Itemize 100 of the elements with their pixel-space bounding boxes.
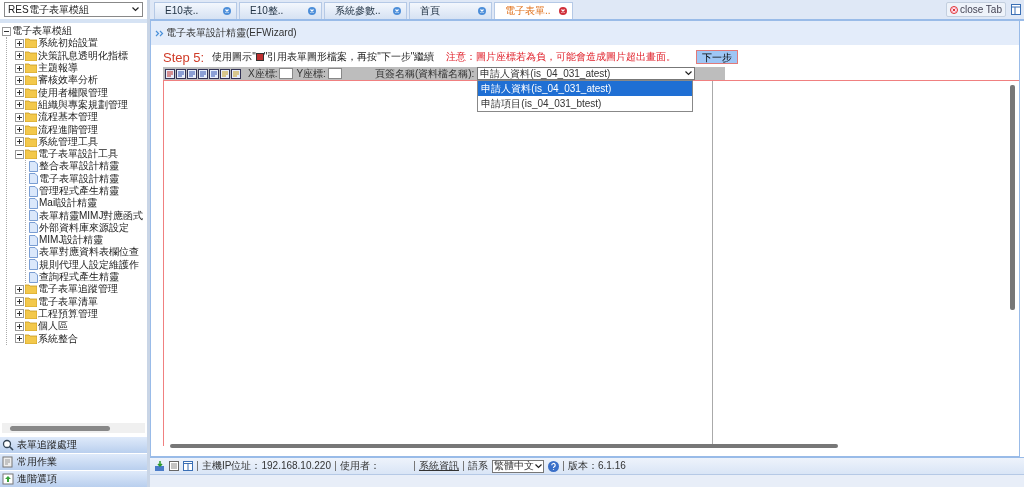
- folder-icon: [25, 296, 37, 307]
- tree-item[interactable]: Mail設計精靈: [39, 197, 98, 210]
- accordion-header[interactable]: 表單追蹤處理: [0, 436, 147, 453]
- tree-item[interactable]: 電子表單追蹤管理: [38, 283, 118, 296]
- toolbar-icon[interactable]: [231, 68, 241, 79]
- tree-item[interactable]: 規則代理人設定維護作: [39, 258, 139, 271]
- expand-icon[interactable]: [15, 75, 24, 85]
- tree-item[interactable]: 工程預算管理: [38, 307, 98, 320]
- tree-item[interactable]: 電子表單清單: [38, 295, 98, 308]
- toolbar-icon[interactable]: [198, 68, 208, 79]
- folder-icon: [25, 63, 37, 74]
- toolbar-icon[interactable]: [176, 68, 186, 79]
- next-button[interactable]: 下一步: [696, 50, 739, 64]
- input-field[interactable]: [327, 68, 342, 79]
- tree-item[interactable]: 電子表單模組: [12, 25, 72, 38]
- layout-icon[interactable]: [1011, 4, 1021, 15]
- folder-icon: [25, 112, 37, 123]
- accordion-header[interactable]: 常用作業: [0, 453, 147, 470]
- version-text: 版本：6.1.16: [567, 459, 626, 473]
- expand-icon[interactable]: [15, 51, 24, 61]
- close-icon[interactable]: [223, 7, 231, 15]
- expand-icon[interactable]: [15, 38, 24, 48]
- tree-item[interactable]: 表單精靈MIMJ對應函式: [39, 209, 144, 222]
- panel-title: 表單追蹤處理: [17, 438, 77, 452]
- expand-icon[interactable]: [15, 284, 24, 294]
- module-select[interactable]: RES電子表單模組: [4, 2, 143, 17]
- tree-item[interactable]: MIMJ設計精靈: [39, 234, 104, 247]
- field-label: 頁簽名稱(資料檔名稱):: [374, 66, 475, 81]
- help-icon[interactable]: [547, 460, 559, 472]
- tab-label: E10整..: [250, 4, 284, 18]
- toolbar-icon[interactable]: [220, 68, 230, 79]
- user-label: 使用者：: [339, 459, 381, 473]
- collapse-icon[interactable]: [2, 26, 11, 36]
- tree-item[interactable]: 表單對應資料表欄位查: [39, 246, 139, 259]
- tree-item[interactable]: 管理程式產生精靈: [39, 185, 119, 197]
- image-icon: [255, 53, 264, 61]
- expand-icon[interactable]: [15, 309, 24, 319]
- tree-item[interactable]: 使用者權限管理: [38, 86, 108, 99]
- panel-title: 進階選項: [17, 472, 57, 486]
- tree-item[interactable]: 流程進階管理: [38, 123, 98, 136]
- sheet-select[interactable]: 申請人資料(is_04_031_atest): [477, 67, 696, 80]
- tab-label: 系統參數..: [335, 4, 381, 18]
- tree-item[interactable]: 查詢程式產生精靈: [39, 271, 119, 284]
- document-icon: [29, 210, 38, 222]
- expand-icon[interactable]: [15, 88, 24, 98]
- expand-icon[interactable]: [15, 321, 24, 331]
- close-icon[interactable]: [393, 7, 401, 15]
- tree-item[interactable]: 個人區: [38, 320, 68, 333]
- breadcrumb: 電子表單設計精靈(EFWizard): [166, 26, 297, 40]
- folder-icon: [25, 75, 37, 86]
- folder-icon: [25, 149, 37, 160]
- tree-item[interactable]: 系統初始設置: [38, 37, 98, 50]
- folder-icon: [25, 99, 37, 110]
- close-icon[interactable]: [559, 7, 567, 15]
- system-info-link[interactable]: 系統資訊: [418, 459, 459, 473]
- dropdown-option[interactable]: 申請項目(is_04_031_btest): [478, 96, 693, 111]
- expand-icon[interactable]: [15, 297, 24, 307]
- list-icon[interactable]: [169, 461, 179, 471]
- input-field[interactable]: [279, 68, 294, 79]
- close-icon[interactable]: [478, 7, 486, 15]
- layout-icon[interactable]: [183, 461, 193, 471]
- tree-item[interactable]: 組織與專案規劃管理: [38, 98, 128, 111]
- field-label: Y座標:: [296, 66, 326, 81]
- scrollbar[interactable]: [170, 444, 838, 448]
- tree-item[interactable]: 主題報導: [38, 62, 78, 75]
- toolbar-icon[interactable]: [165, 68, 175, 79]
- tree-item[interactable]: 審核效率分析: [38, 74, 98, 87]
- expand-icon[interactable]: [15, 334, 24, 344]
- expand-icon[interactable]: [15, 112, 24, 122]
- scrollbar[interactable]: [2, 423, 145, 433]
- download-icon[interactable]: [154, 460, 165, 472]
- tree-item[interactable]: 系統整合: [38, 332, 78, 345]
- tab[interactable]: E10表..: [154, 2, 237, 19]
- folder-icon: [25, 284, 37, 295]
- expand-icon[interactable]: [15, 137, 24, 147]
- expand-icon[interactable]: [15, 125, 24, 134]
- scrollbar[interactable]: [1010, 85, 1015, 310]
- dropdown-option[interactable]: 申請人資料(is_04_031_atest): [478, 81, 693, 96]
- tree-item[interactable]: 決策訊息透明化指標: [38, 49, 128, 62]
- document-icon: [29, 222, 38, 234]
- tree-item[interactable]: 外部資料庫來源設定: [39, 221, 129, 234]
- tree-item[interactable]: 電子表單設計工具: [38, 148, 118, 161]
- expand-icon[interactable]: [15, 100, 24, 110]
- accordion-header[interactable]: 進階選項: [0, 470, 147, 487]
- close-icon[interactable]: [308, 7, 316, 15]
- instruction-text: 使用圖示": [212, 50, 256, 64]
- language-select[interactable]: 繁體中文: [491, 459, 544, 473]
- expand-icon[interactable]: [15, 63, 24, 73]
- tree-item[interactable]: 電子表單設計精靈: [39, 172, 119, 185]
- tab[interactable]: 首頁: [409, 2, 492, 19]
- close-tab-button[interactable]: close Tab: [945, 2, 1006, 17]
- tree-item[interactable]: 整合表單設計精靈: [39, 160, 119, 173]
- collapse-icon[interactable]: [15, 149, 24, 159]
- toolbar-icon[interactable]: [209, 68, 219, 79]
- tree-item[interactable]: 流程基本管理: [38, 111, 98, 124]
- tree-item[interactable]: 系統管理工具: [38, 135, 98, 148]
- panel-title: 常用作業: [17, 455, 57, 469]
- tab[interactable]: 系統參數..: [324, 2, 407, 19]
- tab[interactable]: E10整..: [239, 2, 322, 19]
- toolbar-icon[interactable]: [187, 68, 197, 79]
